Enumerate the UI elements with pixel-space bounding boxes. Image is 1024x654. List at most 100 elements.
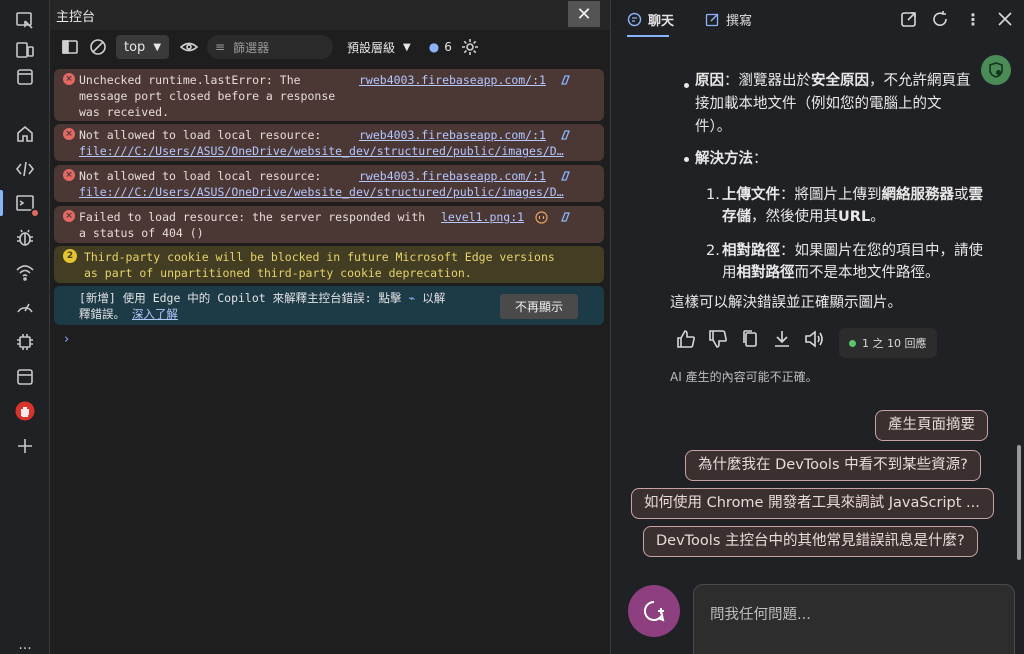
suggestion-chip[interactable]: 為什麼我在 DevTools 中看不到某些資源? — [685, 450, 981, 481]
answer-text: ： — [753, 151, 768, 167]
add-tool-icon[interactable] — [12, 433, 38, 459]
copilot-explain-icon[interactable] — [559, 129, 572, 142]
answer-solution-1-line-1: 上傳文件：將圖片上傳到網絡服務器或雲 — [722, 184, 983, 207]
network-icon[interactable] — [12, 259, 38, 285]
console-warning-message[interactable]: 2 Third-party cookie will be blocked in … — [54, 246, 604, 283]
message-text: Not allowed to load local resource: — [79, 169, 322, 183]
activity-bar: ... — [0, 0, 50, 654]
copilot-explain-icon[interactable] — [559, 170, 572, 183]
answer-text: ：將圖片上傳到 — [780, 187, 882, 203]
tip-text: 釋錯誤。 — [79, 307, 125, 321]
suggestion-chip[interactable]: DevTools 主控台中的其他常見錯誤訊息是什麼? — [643, 526, 978, 557]
clear-console-icon[interactable] — [84, 33, 112, 61]
copilot-explain-icon: ⌁ — [408, 291, 416, 305]
suggestion-chip[interactable]: 如何使用 Chrome 開發者工具來調試 JavaScript ... — [631, 488, 994, 519]
bullet-icon — [684, 157, 689, 162]
answer-text: ：瀏覽器出於 — [724, 73, 811, 89]
copy-icon[interactable] — [739, 328, 761, 358]
source-link[interactable]: level1.png:1 — [441, 209, 524, 225]
new-topic-button[interactable] — [628, 585, 680, 637]
thumbs-down-icon[interactable] — [707, 328, 729, 358]
answer-text: ，不允許網頁直 — [869, 73, 971, 89]
scrollbar-thumb[interactable] — [1017, 445, 1021, 560]
answer-text: 解決方法 — [695, 151, 753, 167]
ask-input[interactable]: 問我任何問題... — [710, 603, 811, 624]
console-prompt[interactable]: › — [64, 332, 69, 347]
answer-cause-line-1: 原因：瀏覽器出於安全原因，不允許網頁直 — [695, 70, 971, 93]
more-options-icon[interactable]: ⋮ — [964, 10, 982, 29]
sidebar-toggle-icon[interactable] — [56, 33, 84, 61]
console-error-message[interactable]: × Not allowed to load local resource: fi… — [54, 124, 604, 161]
answer-text: 原因 — [695, 73, 724, 89]
live-expression-icon[interactable] — [175, 33, 203, 61]
console-panel: 主控台 ✕ top ▼ ≡ 篩選器 預設層級 ▼ ● 6 × Unchecked… — [50, 0, 610, 654]
answer-text: ：如果圖片在您的項目中，請使 — [780, 243, 983, 259]
speaker-icon[interactable] — [803, 328, 825, 358]
answer-cause-line-2: 接加載本地文件（例如您的電腦上的文 — [695, 96, 942, 112]
memory-icon[interactable] — [12, 329, 38, 355]
log-levels-label: 預設層級 — [347, 40, 396, 55]
suggestion-chip[interactable]: 產生頁面摘要 — [875, 410, 988, 441]
message-text: a status of 404 () — [79, 226, 204, 240]
ask-input-box[interactable]: 問我任何問題... — [693, 584, 1015, 654]
status-dot-icon — [849, 339, 856, 347]
list-number: 2. — [706, 243, 720, 259]
console-icon[interactable] — [0, 190, 40, 218]
tab-chat[interactable]: 聊天 — [627, 10, 674, 29]
file-link[interactable]: file:///C:/Users/ASUS/OneDrive/website_d… — [79, 143, 564, 159]
settings-gear-icon[interactable] — [456, 33, 484, 61]
copilot-panel: 聊天 撰寫 ⋮ 原因：瀏覽器出於安全原因，不允許網頁直 接加載本地文件（例如您的… — [610, 0, 1024, 654]
issues-counter[interactable]: ● 6 — [429, 40, 452, 54]
answer-text: 上傳文件 — [722, 187, 780, 203]
tip-text: [新增] 使用 Edge 中的 Copilot 來解釋主控台錯誤: 點擊 — [79, 291, 402, 305]
close-icon[interactable] — [996, 10, 1014, 28]
thumbs-up-icon[interactable] — [675, 328, 697, 358]
elements-icon[interactable] — [12, 156, 38, 182]
copilot-tip-banner: [新增] 使用 Edge 中的 Copilot 來解釋主控台錯誤: 點擊 ⌁ 以… — [54, 286, 604, 325]
context-value: top — [124, 39, 146, 55]
tab-compose[interactable]: 撰寫 — [705, 10, 752, 29]
shield-icon[interactable] — [981, 55, 1011, 85]
console-error-message[interactable]: × Unchecked runtime.lastError: The messa… — [54, 69, 604, 121]
window-icon[interactable] — [12, 64, 38, 90]
close-icon[interactable]: ✕ — [568, 1, 600, 27]
adblock-icon[interactable] — [12, 398, 38, 424]
download-icon[interactable] — [771, 328, 793, 358]
console-title: 主控台 — [56, 9, 96, 25]
message-text: message port closed before a response — [79, 89, 336, 103]
log-levels-dropdown[interactable]: 預設層級 ▼ — [347, 39, 411, 56]
more-tools-icon[interactable]: ... — [12, 632, 38, 654]
bullet-icon — [684, 83, 689, 88]
inspect-icon[interactable] — [12, 8, 38, 34]
refresh-icon[interactable] — [931, 10, 949, 28]
source-link[interactable]: rweb4003.firebaseapp.com/:1 — [359, 127, 546, 143]
performance-icon[interactable] — [12, 294, 38, 320]
copilot-explain-icon[interactable] — [559, 74, 572, 87]
answer-text: 相對路徑 — [722, 243, 780, 259]
context-select[interactable]: top ▼ — [116, 35, 170, 59]
device-emulation-icon[interactable] — [12, 37, 38, 63]
bug-icon[interactable] — [12, 225, 38, 251]
copilot-explain-icon[interactable] — [559, 211, 572, 224]
home-icon[interactable] — [12, 121, 38, 147]
answer-solution-2-line-1: 相對路徑：如果圖片在您的項目中，請使 — [722, 240, 983, 263]
answer-solution-1-line-2: 存儲，然後使用其URL。 — [722, 206, 885, 229]
open-external-icon[interactable] — [900, 10, 918, 28]
network-request-icon[interactable] — [535, 211, 548, 224]
filter-input[interactable]: ≡ 篩選器 — [207, 35, 334, 59]
issues-count: 6 — [444, 40, 452, 54]
source-link[interactable]: rweb4003.firebaseapp.com/:1 — [359, 168, 546, 184]
console-error-message[interactable]: × Not allowed to load local resource: fi… — [54, 165, 604, 202]
tip-line-1: [新增] 使用 Edge 中的 Copilot 來解釋主控台錯誤: 點擊 ⌁ 以… — [79, 290, 445, 306]
feedback-row: 1 之 10 回應 — [675, 328, 937, 358]
chat-transcript: 原因：瀏覽器出於安全原因，不允許網頁直 接加載本地文件（例如您的電腦上的文 件）… — [611, 40, 1011, 580]
console-error-message[interactable]: × Failed to load resource: the server re… — [54, 206, 604, 243]
application-icon[interactable] — [12, 364, 38, 390]
dont-show-again-button[interactable]: 不再顯示 — [500, 294, 578, 319]
answer-solution-heading: 解決方法： — [695, 148, 768, 171]
source-link[interactable]: rweb4003.firebaseapp.com/:1 — [359, 72, 546, 88]
file-link[interactable]: file:///C:/Users/ASUS/OneDrive/website_d… — [79, 184, 564, 200]
answer-text: 雲 — [968, 187, 984, 203]
learn-more-link[interactable]: 深入了解 — [132, 307, 178, 321]
message-text: as part of unpartitioned third-party coo… — [84, 266, 472, 280]
